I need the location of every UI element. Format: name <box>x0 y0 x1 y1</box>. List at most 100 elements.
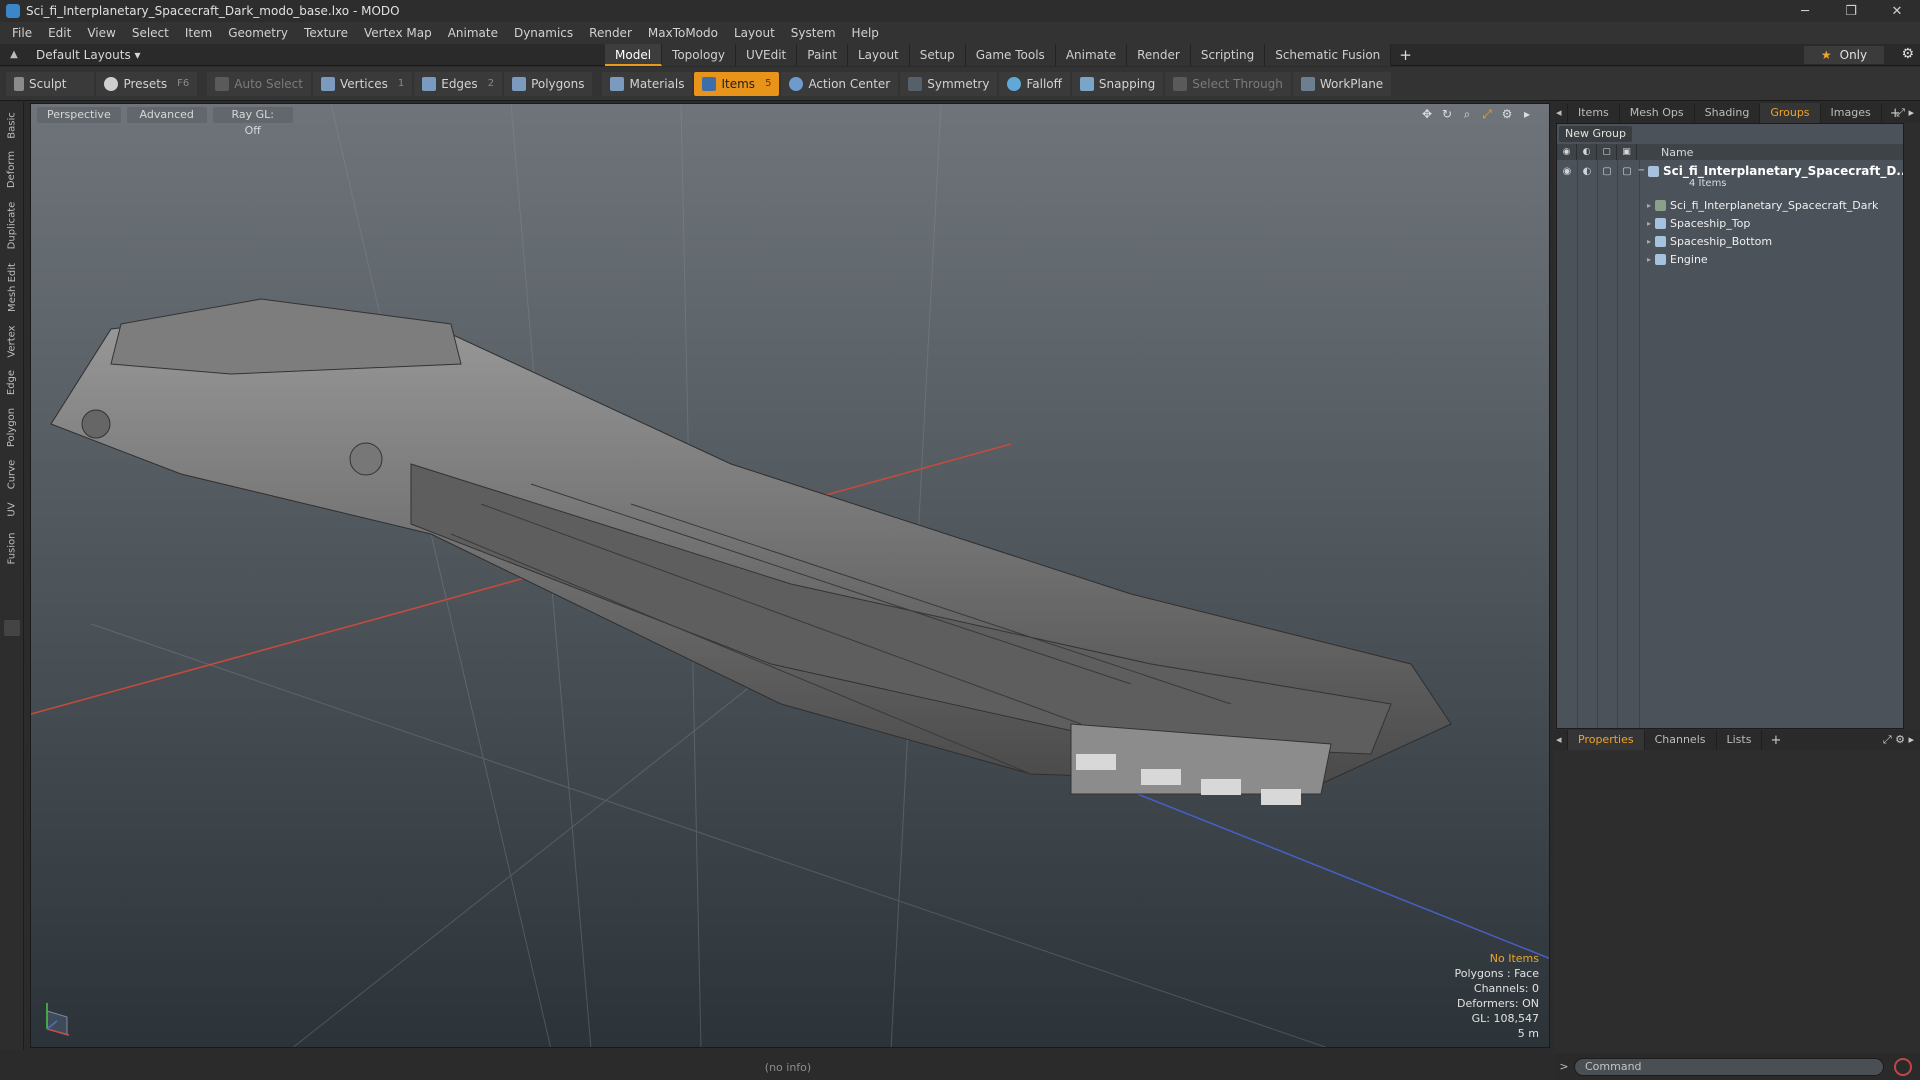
sculpt-button[interactable]: Sculpt <box>6 71 95 96</box>
tab-properties[interactable]: Properties <box>1568 730 1645 750</box>
edges-button[interactable]: Edges 2 <box>414 71 503 96</box>
tab-model[interactable]: Model <box>605 44 663 66</box>
tab-setup[interactable]: Setup <box>909 44 966 66</box>
only-toggle-button[interactable]: ★ Only <box>1804 46 1884 64</box>
group-expand-icon[interactable]: ─ <box>1639 166 1649 176</box>
falloff-button[interactable]: Falloff <box>999 71 1070 96</box>
rotate-icon[interactable]: ↻ <box>1437 107 1457 122</box>
tab-game-tools[interactable]: Game Tools <box>965 44 1056 66</box>
select-column-icon[interactable]: ▣ <box>1617 144 1637 160</box>
select-through-button[interactable]: Select Through <box>1165 71 1291 96</box>
group-child-row[interactable]: ▸ Engine <box>1557 250 1903 268</box>
fit-icon[interactable]: ⤢ <box>1477 107 1497 122</box>
tab-layout[interactable]: Layout <box>847 44 910 66</box>
menu-view[interactable]: View <box>79 22 123 44</box>
auto-select-button[interactable]: Auto Select <box>207 71 311 96</box>
3d-viewport[interactable]: Perspective Advanced Ray GL: Off ✥ ↻ ⌕ ⤢… <box>30 103 1550 1048</box>
group-lock-icon[interactable]: ▢ <box>1597 166 1617 177</box>
tab-uvedit[interactable]: UVEdit <box>736 44 798 66</box>
materials-button[interactable]: Materials <box>602 71 693 96</box>
left-tab-edge[interactable]: Edge <box>0 364 24 400</box>
left-tab-deform[interactable]: Deform <box>0 146 24 192</box>
left-tab-basic[interactable]: Basic <box>0 106 24 144</box>
viewport-settings-icon[interactable]: ⚙ <box>1497 107 1517 122</box>
vertices-button[interactable]: Vertices 1 <box>312 71 413 96</box>
group-select-icon[interactable]: ▢ <box>1617 166 1637 177</box>
panel-expand-icon[interactable]: ⤢ ▸ <box>1896 106 1914 120</box>
gear-icon[interactable]: ⚙ <box>1901 46 1914 62</box>
polygons-button[interactable]: Polygons <box>504 71 593 96</box>
tab-topology[interactable]: Topology <box>662 44 737 66</box>
zoom-icon[interactable]: ⌕ <box>1457 107 1477 122</box>
menu-render[interactable]: Render <box>581 22 640 44</box>
menu-animate[interactable]: Animate <box>440 22 506 44</box>
minimize-button[interactable]: ─ <box>1782 0 1828 22</box>
shading-advanced-button[interactable]: Advanced <box>126 107 207 123</box>
tab-lists[interactable]: Lists <box>1717 730 1763 750</box>
tab-images[interactable]: Images <box>1821 103 1882 123</box>
tab-paint[interactable]: Paint <box>797 44 848 66</box>
tab-shading[interactable]: Shading <box>1695 103 1761 123</box>
viewport-menu-icon[interactable]: ▸ <box>1517 107 1537 122</box>
tab-mesh-ops[interactable]: Mesh Ops <box>1620 103 1695 123</box>
menu-dynamics[interactable]: Dynamics <box>506 22 581 44</box>
add-tab-button[interactable]: + <box>1391 44 1420 66</box>
command-history-icon[interactable] <box>1894 1057 1912 1076</box>
group-visibility-icon[interactable]: ◉ <box>1557 166 1577 177</box>
tool-palette-button[interactable] <box>4 620 20 636</box>
new-group-button[interactable]: New Group <box>1559 126 1632 142</box>
render-column-icon[interactable]: ◐ <box>1577 144 1597 160</box>
layout-selector[interactable]: Default Layouts ▾ <box>36 48 141 62</box>
left-tab-fusion[interactable]: Fusion <box>0 526 24 570</box>
workplane-button[interactable]: WorkPlane <box>1292 71 1392 96</box>
left-tab-uv[interactable]: UV <box>0 496 24 522</box>
tab-scripting[interactable]: Scripting <box>1190 44 1266 66</box>
menu-help[interactable]: Help <box>844 22 887 44</box>
menu-layout[interactable]: Layout <box>726 22 783 44</box>
items-button[interactable]: Items 5 <box>694 71 780 96</box>
collapse-arrow-icon[interactable]: ▲ <box>6 49 22 60</box>
lock-column-icon[interactable]: ▢ <box>1597 144 1617 160</box>
left-tab-mesh-edit[interactable]: Mesh Edit <box>0 258 24 316</box>
menu-select[interactable]: Select <box>124 22 177 44</box>
properties-collapse-icon[interactable]: ◂ <box>1554 730 1568 750</box>
visibility-column-icon[interactable]: ◉ <box>1557 144 1577 160</box>
properties-expand-icon[interactable]: ⤢ ⚙ ▸ <box>1883 733 1914 747</box>
tab-items[interactable]: Items <box>1568 103 1620 123</box>
menu-system[interactable]: System <box>783 22 844 44</box>
command-input[interactable] <box>1574 1057 1884 1076</box>
pan-icon[interactable]: ✥ <box>1417 107 1437 122</box>
menu-item[interactable]: Item <box>177 22 220 44</box>
tab-groups[interactable]: Groups <box>1760 103 1821 123</box>
groups-list[interactable]: New Group ◉ ◐ ▢ ▣ Name ◉ ◐ ▢ ▢ ─ Sci_fi_… <box>1556 123 1904 729</box>
menu-geometry[interactable]: Geometry <box>220 22 296 44</box>
raygl-toggle-button[interactable]: Ray GL: Off <box>212 107 293 137</box>
left-tab-curve[interactable]: Curve <box>0 454 24 494</box>
tab-channels[interactable]: Channels <box>1645 730 1717 750</box>
presets-button[interactable]: Presets F6 <box>96 71 198 96</box>
menu-file[interactable]: File <box>4 22 40 44</box>
add-properties-tab-button[interactable]: + <box>1762 733 1789 748</box>
menu-texture[interactable]: Texture <box>296 22 356 44</box>
group-child-row[interactable]: ▸ Sci_fi_Interplanetary_Spacecraft_Dark <box>1557 196 1903 214</box>
left-tab-vertex[interactable]: Vertex <box>0 320 24 362</box>
menu-maxtomodo[interactable]: MaxToModo <box>640 22 726 44</box>
group-child-row[interactable]: ▸ Spaceship_Top <box>1557 214 1903 232</box>
view-perspective-button[interactable]: Perspective <box>37 107 121 123</box>
panel-collapse-icon[interactable]: ◂ <box>1554 103 1568 123</box>
tab-animate[interactable]: Animate <box>1055 44 1128 66</box>
group-row[interactable]: ◉ ◐ ▢ ▢ ─ Sci_fi_Interplanetary_Spacecra… <box>1557 162 1903 189</box>
left-tab-duplicate[interactable]: Duplicate <box>0 196 24 254</box>
symmetry-button[interactable]: Symmetry <box>900 71 998 96</box>
action-center-button[interactable]: Action Center <box>781 71 899 96</box>
menu-vertex-map[interactable]: Vertex Map <box>356 22 440 44</box>
left-tab-polygon[interactable]: Polygon <box>0 402 24 452</box>
tab-schematic-fusion[interactable]: Schematic Fusion <box>1265 44 1392 66</box>
group-child-row[interactable]: ▸ Spaceship_Bottom <box>1557 232 1903 250</box>
menu-edit[interactable]: Edit <box>40 22 79 44</box>
close-button[interactable]: ✕ <box>1874 0 1920 22</box>
tab-render[interactable]: Render <box>1127 44 1191 66</box>
maximize-button[interactable]: ❐ <box>1828 0 1874 22</box>
snapping-button[interactable]: Snapping <box>1071 71 1164 96</box>
group-render-icon[interactable]: ◐ <box>1577 166 1597 177</box>
